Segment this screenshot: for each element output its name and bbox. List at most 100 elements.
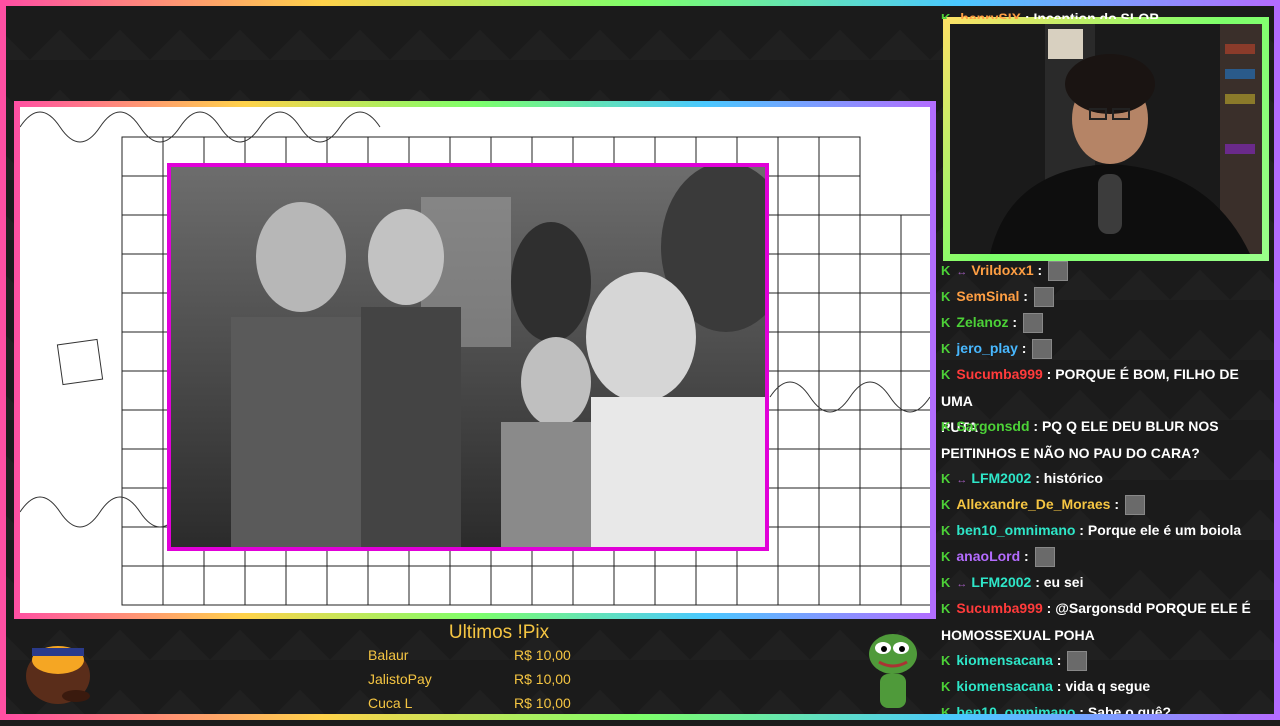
chat-username[interactable]: Sucumba999 xyxy=(956,366,1042,382)
chat-message: Kjero_play : xyxy=(941,335,1274,362)
chat-message: K SemSinal : xyxy=(941,283,1274,310)
grid-cell xyxy=(777,253,820,294)
grid-cell xyxy=(900,565,930,606)
pix-entry: JalistoPay R$ 10,00 xyxy=(368,671,578,691)
chat-text: Sabe o quê? xyxy=(1087,704,1172,720)
chat-username[interactable]: Vrildoxx1 xyxy=(971,262,1033,278)
grid-cell xyxy=(613,565,656,606)
chat-panel: K henrySIX : Inception do SLOP K ↔ Vrildox… xyxy=(941,0,1274,720)
emote-icon xyxy=(1124,495,1145,516)
chat-text: vida q segue xyxy=(1065,678,1151,694)
grid-cell xyxy=(121,526,164,567)
chat-username[interactable]: LFM2002 xyxy=(971,470,1031,486)
chat-message: K Sucumba999 : @Sargonsdd PORQUE ELE É HOM… xyxy=(941,595,1274,648)
emote-icon xyxy=(1034,547,1055,568)
k-badge-icon: K xyxy=(941,497,951,512)
grid-cell xyxy=(818,331,861,372)
chat-separator: : xyxy=(1031,470,1044,486)
chat-separator: : xyxy=(1017,340,1031,356)
chat-message: K Zelanoz : xyxy=(941,309,1274,336)
grid-cell xyxy=(859,253,902,294)
mod-badge-icon: ↔ xyxy=(956,578,968,590)
grid-cell xyxy=(777,409,820,450)
grid-cell xyxy=(777,292,820,333)
emote-icon xyxy=(1067,651,1088,672)
grid-cell xyxy=(777,565,820,606)
chat-separator: : xyxy=(1052,678,1066,694)
chat-separator: : xyxy=(1110,496,1123,512)
chat-username[interactable]: anaoLord xyxy=(956,548,1020,564)
grid-cell xyxy=(859,409,902,450)
grid-cell xyxy=(121,253,164,294)
chat-text: histórico xyxy=(1043,470,1103,486)
chat-username[interactable]: kiomensacana xyxy=(956,678,1053,694)
chat-username[interactable]: henrySIX xyxy=(960,10,1021,19)
chat-separator: : xyxy=(1052,652,1066,668)
emote-icon xyxy=(1048,261,1069,282)
chat-message: Kkiomensacana : xyxy=(941,647,1274,674)
chat-text-continued: PEITINHOS E NÃO NO PAU DO CARA? xyxy=(941,445,1200,461)
k-badge-icon: K xyxy=(941,679,951,694)
k-badge-icon: K xyxy=(941,11,951,19)
tilted-square xyxy=(56,338,104,386)
grid-cell xyxy=(818,136,861,177)
k-badge-icon: K xyxy=(941,419,951,434)
grid-cell xyxy=(818,526,861,567)
grid-cell xyxy=(818,175,861,216)
chat-message: K ↔ LFM2002 : histórico xyxy=(941,465,1274,493)
chat-separator: : xyxy=(1042,600,1056,616)
grid-cell xyxy=(121,136,164,177)
chat-separator: : xyxy=(1033,262,1047,278)
chat-text: eu sei xyxy=(1043,574,1084,590)
grid-cell xyxy=(121,565,164,606)
grid-cell xyxy=(859,487,902,528)
chat-separator: : xyxy=(1031,574,1044,590)
chat-username[interactable]: Zelanoz xyxy=(956,314,1008,330)
grid-cell xyxy=(244,565,287,606)
emote-icon xyxy=(1022,313,1043,334)
chat-username[interactable]: ben10_omnimano xyxy=(956,522,1075,538)
k-badge-icon: K xyxy=(941,341,951,356)
grid-cell xyxy=(121,409,164,450)
chat-message: K ↔ LFM2002 : eu sei xyxy=(941,569,1274,597)
grid-cell xyxy=(859,370,902,411)
pix-value: R$ 10,00 xyxy=(514,647,571,663)
chat-message: Kben10_omnimano : Porque ele é um boiola xyxy=(941,517,1274,544)
pix-title: Ultimos !Pix xyxy=(448,622,550,643)
chat-username[interactable]: Sucumba999 xyxy=(956,600,1042,616)
chat-username[interactable]: ben10_omnimano xyxy=(956,704,1075,720)
grid-cell xyxy=(121,331,164,372)
grid-cell xyxy=(695,565,738,606)
pix-name: Cuca L xyxy=(368,695,413,711)
grid-cell xyxy=(818,370,861,411)
chat-text: Inception do SLOP xyxy=(1033,10,1159,19)
grid-cell xyxy=(859,292,902,333)
grid-cell xyxy=(121,370,164,411)
k-badge-icon: K xyxy=(941,315,951,330)
k-badge-icon: K xyxy=(941,705,951,720)
grid-cell xyxy=(121,448,164,489)
k-badge-icon: K xyxy=(941,471,951,486)
chat-separator: : xyxy=(1020,548,1033,564)
chat-username[interactable]: kiomensacana xyxy=(956,652,1053,668)
grid-cell xyxy=(859,331,902,372)
chat-username[interactable]: SemSinal xyxy=(956,288,1019,304)
chat-username[interactable]: jero_play xyxy=(956,340,1017,356)
k-badge-icon: K xyxy=(941,523,951,538)
chat-username[interactable]: Sargonsdd xyxy=(956,418,1029,434)
chat-text: PQ Q ELE DEU BLUR NOS xyxy=(1041,418,1219,434)
grid-cell xyxy=(900,526,930,567)
k-badge-icon: K xyxy=(941,289,951,304)
pix-entry: Balaur R$ 10,00 xyxy=(368,647,578,667)
chat-username[interactable]: LFM2002 xyxy=(971,574,1031,590)
grid-cell xyxy=(408,565,451,606)
grid-cell xyxy=(818,565,861,606)
pix-value: R$ 10,00 xyxy=(514,695,571,711)
chat-message: Kkiomensacana : vida q segue xyxy=(941,673,1274,700)
wave-line-left xyxy=(20,496,181,528)
chat-username[interactable]: Allexandre_De_Moraes xyxy=(956,496,1110,512)
grid-cell xyxy=(777,487,820,528)
grid-cell xyxy=(162,565,205,606)
grid-cell xyxy=(203,565,246,606)
pix-entry: Cuca L R$ 10,00 xyxy=(368,695,578,715)
